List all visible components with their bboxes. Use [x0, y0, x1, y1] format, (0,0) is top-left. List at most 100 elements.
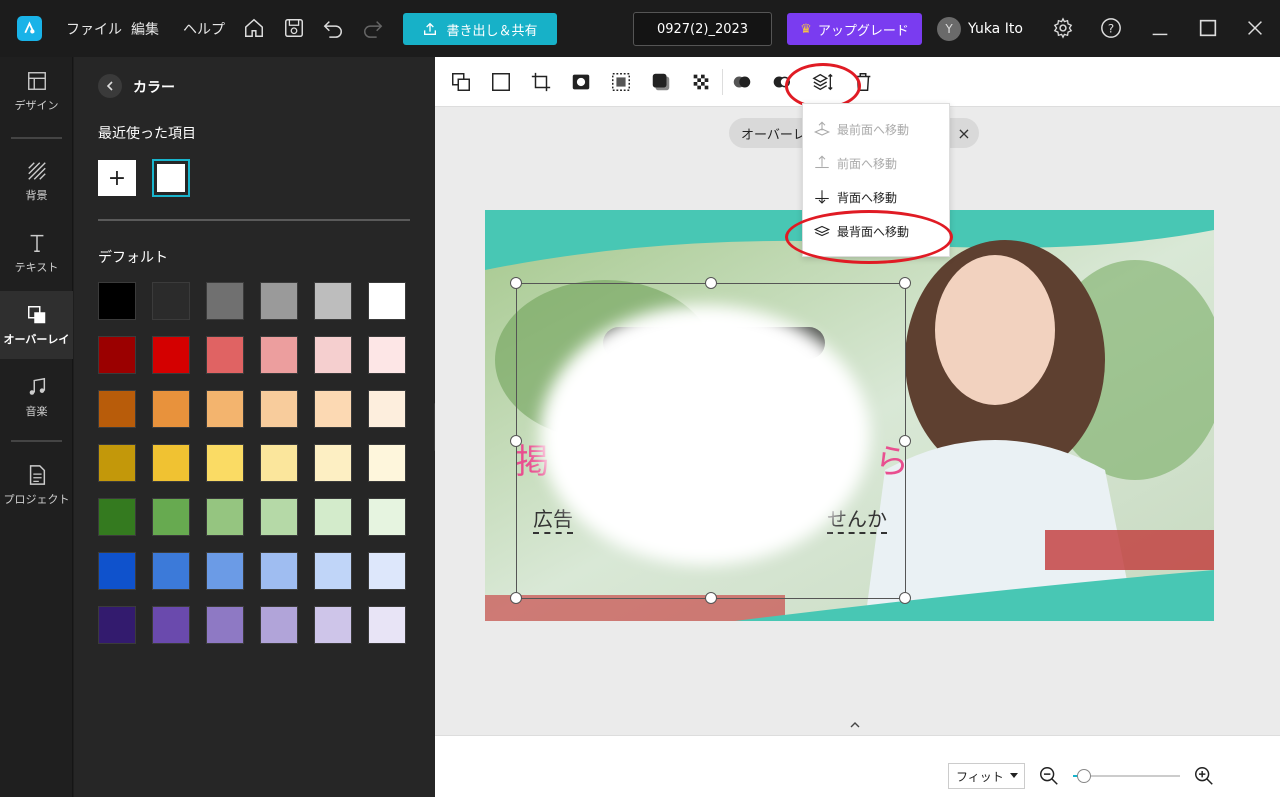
color-swatch[interactable] — [260, 336, 298, 374]
home-icon[interactable] — [242, 16, 266, 40]
color-swatch[interactable] — [98, 390, 136, 428]
selection-box[interactable] — [510, 277, 911, 604]
resize-handle[interactable] — [510, 435, 522, 447]
color-swatch[interactable] — [314, 552, 352, 590]
nav-overlay[interactable]: オーバーレイ — [0, 291, 73, 359]
color-swatch[interactable] — [206, 336, 244, 374]
color-swatch[interactable] — [260, 390, 298, 428]
resize-handle[interactable] — [899, 592, 911, 604]
color-swatch[interactable] — [152, 606, 190, 644]
color-swatch[interactable] — [206, 444, 244, 482]
color-swatch[interactable] — [206, 498, 244, 536]
shadow-icon[interactable] — [649, 70, 673, 94]
menu-bring-forward[interactable]: 前面へ移動 — [803, 148, 951, 178]
rectangle-icon[interactable] — [489, 70, 513, 94]
color-swatch[interactable] — [314, 282, 352, 320]
resize-handle[interactable] — [510, 592, 522, 604]
color-swatch[interactable] — [368, 498, 406, 536]
zoom-in-icon[interactable] — [1193, 765, 1215, 787]
timeline-expand-tab[interactable] — [833, 715, 877, 735]
project-name-field[interactable]: 0927(2)_2023 — [633, 12, 772, 46]
resize-handle[interactable] — [899, 277, 911, 289]
export-share-button[interactable]: 書き出し＆共有 — [403, 13, 557, 45]
color-swatch[interactable] — [260, 444, 298, 482]
menu-send-backward[interactable]: 背面へ移動 — [803, 182, 951, 212]
nav-design[interactable]: デザイン — [0, 57, 73, 125]
color-swatch[interactable] — [260, 552, 298, 590]
menu-send-to-back[interactable]: 最背面へ移動 — [803, 216, 951, 246]
color-swatch[interactable] — [368, 282, 406, 320]
zoom-fit-select[interactable]: フィット — [948, 763, 1025, 789]
username[interactable]: Yuka Ito — [968, 21, 1023, 37]
border-icon[interactable] — [609, 70, 633, 94]
color-swatch[interactable] — [98, 336, 136, 374]
color-swatch[interactable] — [206, 282, 244, 320]
color-swatch[interactable] — [368, 552, 406, 590]
color-swatch[interactable] — [260, 606, 298, 644]
mask-icon[interactable] — [569, 70, 593, 94]
back-button[interactable] — [98, 74, 122, 98]
color-swatch[interactable] — [152, 336, 190, 374]
avatar[interactable]: Y — [937, 17, 961, 41]
color-swatch[interactable] — [206, 606, 244, 644]
color-swatch[interactable] — [152, 444, 190, 482]
menu-file[interactable]: ファイル — [66, 19, 122, 39]
color-swatch[interactable] — [260, 498, 298, 536]
color-swatch[interactable] — [368, 606, 406, 644]
resize-handle[interactable] — [899, 435, 911, 447]
resize-handle[interactable] — [510, 277, 522, 289]
color-swatch[interactable] — [368, 444, 406, 482]
flip-icon[interactable] — [769, 70, 793, 94]
color-swatch[interactable] — [368, 390, 406, 428]
color-swatch[interactable] — [314, 336, 352, 374]
upgrade-button[interactable]: ♛ アップグレード — [787, 13, 922, 45]
zoom-out-icon[interactable] — [1038, 765, 1060, 787]
nav-background[interactable]: 背景 — [0, 147, 73, 215]
menu-bring-to-front[interactable]: 最前面へ移動 — [803, 114, 951, 144]
color-swatch[interactable] — [152, 282, 190, 320]
color-swatch[interactable] — [206, 552, 244, 590]
undo-icon[interactable] — [321, 16, 345, 40]
settings-gear-icon[interactable] — [1051, 16, 1075, 40]
nav-text[interactable]: テキスト — [0, 219, 73, 287]
maximize-icon[interactable] — [1196, 16, 1220, 40]
help-icon[interactable]: ? — [1099, 16, 1123, 40]
transparency-icon[interactable] — [689, 70, 713, 94]
menu-help[interactable]: ヘルプ — [183, 19, 225, 39]
recent-color-swatch[interactable] — [152, 159, 190, 197]
color-swatch[interactable] — [368, 336, 406, 374]
design-canvas[interactable]: 掲 ら 広告 せんか — [485, 210, 1214, 621]
redo-icon[interactable] — [361, 16, 385, 40]
color-swatch[interactable] — [98, 498, 136, 536]
crop-icon[interactable] — [529, 70, 553, 94]
color-swatch[interactable] — [314, 498, 352, 536]
color-swatch[interactable] — [152, 498, 190, 536]
save-icon[interactable] — [282, 16, 306, 40]
color-swatch[interactable] — [206, 390, 244, 428]
nav-project[interactable]: プロジェクト — [0, 451, 73, 519]
menu-edit[interactable]: 編集 — [131, 19, 159, 39]
add-color-button[interactable]: + — [98, 160, 136, 196]
color-swatch[interactable] — [152, 390, 190, 428]
color-swatch[interactable] — [314, 444, 352, 482]
close-window-icon[interactable] — [1243, 16, 1267, 40]
color-swatch[interactable] — [98, 444, 136, 482]
arrange-icon[interactable] — [811, 70, 835, 94]
background-icon — [27, 161, 46, 180]
replace-icon[interactable] — [449, 70, 473, 94]
blend-icon[interactable] — [730, 70, 754, 94]
color-swatch[interactable] — [98, 552, 136, 590]
resize-handle[interactable] — [705, 592, 717, 604]
delete-icon[interactable] — [851, 70, 875, 94]
color-swatch[interactable] — [98, 282, 136, 320]
color-swatch[interactable] — [314, 390, 352, 428]
color-swatch[interactable] — [260, 282, 298, 320]
color-swatch[interactable] — [152, 552, 190, 590]
color-swatch[interactable] — [314, 606, 352, 644]
minimize-icon[interactable] — [1148, 16, 1172, 40]
zoom-slider-knob[interactable] — [1076, 769, 1091, 783]
chip-close-icon[interactable]: × — [954, 123, 974, 143]
color-swatch[interactable] — [98, 606, 136, 644]
nav-music[interactable]: 音楽 — [0, 363, 73, 431]
resize-handle[interactable] — [705, 277, 717, 289]
